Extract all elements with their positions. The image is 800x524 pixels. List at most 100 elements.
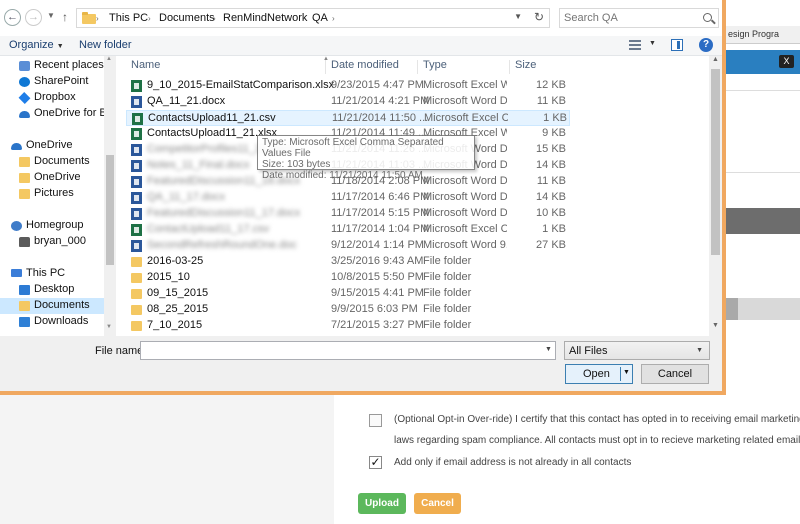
breadcrumb-qa[interactable]: QA — [312, 12, 328, 24]
file-size: 15 KB — [536, 143, 566, 155]
view-options-chevron-icon[interactable]: ▼ — [649, 40, 656, 47]
dialog-cancel-button[interactable]: Cancel — [641, 364, 709, 384]
upload-button[interactable]: Upload — [358, 493, 406, 514]
refresh-icon[interactable]: ↻ — [534, 10, 544, 24]
optin-override-checkbox[interactable] — [369, 414, 382, 427]
file-name: ContactsUpload11_21.csv — [148, 112, 276, 124]
search-input[interactable] — [560, 9, 698, 27]
column-header-type[interactable]: Type — [423, 59, 447, 75]
scroll-up-icon[interactable]: ▲ — [106, 56, 112, 62]
file-row[interactable]: FeaturedDiscussion11_17.docx 11/17/2014 5… — [126, 206, 570, 222]
new-folder-button[interactable]: New folder — [79, 39, 132, 51]
column-divider[interactable] — [417, 60, 418, 74]
column-header-size[interactable]: Size — [515, 59, 536, 75]
breadcrumb-separator[interactable]: › — [96, 12, 99, 24]
folder-icon — [131, 273, 142, 283]
nav-item-label: Downloads — [34, 315, 89, 327]
change-view-icon[interactable] — [629, 40, 641, 50]
add-only-checkbox[interactable]: ✓ — [369, 456, 382, 469]
nav-item-pictures[interactable]: Pictures — [0, 186, 104, 202]
scroll-down-icon[interactable]: ▼ — [106, 324, 112, 330]
column-header-name[interactable]: Name — [131, 59, 160, 75]
file-row[interactable]: QA_11_21.docx 11/21/2014 4:21 PM Microsoft… — [126, 94, 570, 110]
nav-item-sharepoint[interactable]: SharePoint — [0, 74, 104, 90]
file-row[interactable]: 2016-03-25 3/25/2016 9:43 AM File folder — [126, 254, 570, 270]
nav-item-label: Pictures — [34, 187, 74, 199]
file-name: FeaturedDiscussion11_17.docx — [147, 207, 301, 219]
address-row: ← → ▼ ↑ › This PC › Documents › RenMindN… — [0, 0, 722, 36]
help-icon[interactable]: ? — [699, 38, 713, 52]
forward-button[interactable]: → — [25, 9, 42, 26]
file-name-input[interactable] — [140, 341, 556, 360]
nav-item-this-pc[interactable]: This PC — [0, 266, 104, 282]
file-scroll-thumb[interactable] — [711, 69, 720, 255]
nav-scrollbar[interactable]: ▲ ▼ — [104, 56, 116, 336]
nav-item-onedrive-business[interactable]: OneDrive for Bus — [0, 106, 116, 122]
column-divider[interactable] — [325, 60, 326, 74]
scroll-up-icon[interactable]: ▲ — [712, 56, 719, 63]
nav-item-recent-places[interactable]: Recent places — [0, 58, 104, 74]
file-row[interactable]: ContactsUpload11_21.csv 11/21/2014 11:50 … — [126, 110, 570, 126]
column-header-date[interactable]: Date modified — [331, 59, 399, 75]
file-type: Microsoft Word D... — [423, 95, 507, 107]
organize-menu[interactable]: Organize ▼ — [9, 39, 64, 51]
folder-icon — [131, 305, 142, 315]
search-icon[interactable] — [703, 13, 712, 22]
file-name-dropdown-icon[interactable]: ▼ — [545, 346, 552, 353]
file-name: QA_11_17.docx — [147, 191, 226, 203]
file-type: Microsoft Word 9... — [423, 239, 507, 251]
file-row[interactable]: 2015_10 10/8/2015 5:50 PM File folder — [126, 270, 570, 286]
file-date: 9/15/2015 4:41 PM — [331, 287, 424, 299]
file-row[interactable]: 7_10_2015 7/21/2015 3:27 PM File folder — [126, 318, 570, 334]
excel-file-icon — [132, 113, 143, 125]
file-type: File folder — [423, 319, 472, 331]
nav-item-homegroup[interactable]: Homegroup — [0, 218, 104, 234]
breadcrumb-separator[interactable]: › — [213, 12, 216, 24]
up-folder-icon[interactable]: ↑ — [62, 10, 68, 24]
file-type: File folder — [423, 271, 472, 283]
nav-item-onedrive[interactable]: OneDrive — [0, 138, 104, 154]
file-type-filter[interactable]: All Files ▼ — [564, 341, 710, 360]
folder-icon — [131, 257, 142, 267]
nav-item-onedrive-folder[interactable]: OneDrive — [0, 170, 104, 186]
nav-scroll-thumb[interactable] — [106, 155, 114, 265]
preview-pane-icon[interactable] — [671, 39, 683, 51]
file-row[interactable]: QA_11_17.docx 11/17/2014 6:46 PM Microsoft… — [126, 190, 570, 206]
page-close-button[interactable]: X — [779, 55, 794, 68]
nav-item-onedrive-documents[interactable]: Documents — [0, 154, 104, 170]
nav-item-downloads[interactable]: Downloads — [0, 314, 104, 330]
file-info-tooltip: Type: Microsoft Excel Comma Separated Va… — [257, 135, 475, 181]
page-tab[interactable]: esign Progra — [726, 26, 800, 44]
file-row[interactable]: 08_25_2015 9/9/2015 6:03 PM File folder — [126, 302, 570, 318]
column-divider[interactable] — [509, 60, 510, 74]
file-date: 9/9/2015 6:03 PM — [331, 303, 418, 315]
address-bar[interactable]: › This PC › Documents › RenMindNetwork ›… — [76, 8, 550, 28]
nav-item-documents[interactable]: Documents — [0, 298, 104, 314]
search-box — [559, 8, 719, 28]
file-row[interactable]: SecondRefreshRoundOne.doc 9/12/2014 1:14 … — [126, 238, 570, 254]
breadcrumb-separator[interactable]: › — [148, 12, 151, 24]
address-dropdown-icon[interactable]: ▼ — [514, 12, 522, 21]
breadcrumb-renmindnetwork[interactable]: RenMindNetwork — [223, 12, 307, 24]
file-row[interactable]: ContactUpload11_17.csv 11/17/2014 1:04 PM… — [126, 222, 570, 238]
recent-locations-icon[interactable]: ▼ — [47, 11, 55, 20]
file-name: 08_25_2015 — [147, 303, 209, 315]
file-date: 3/25/2016 9:43 AM — [331, 255, 424, 267]
breadcrumb-separator[interactable]: › — [332, 12, 335, 24]
file-size: 27 KB — [536, 239, 566, 251]
open-button[interactable]: Open ▼ — [565, 364, 633, 384]
nav-item-user[interactable]: bryan_000 — [0, 234, 104, 250]
breadcrumb-this-pc[interactable]: This PC — [109, 12, 148, 24]
breadcrumb-documents[interactable]: Documents — [159, 12, 215, 24]
back-button[interactable]: ← — [4, 9, 21, 26]
page-cancel-button[interactable]: Cancel — [414, 493, 461, 514]
sharepoint-icon — [19, 77, 30, 87]
file-list-scrollbar[interactable]: ▲ ▼ — [709, 56, 722, 336]
scroll-down-icon[interactable]: ▼ — [712, 322, 719, 329]
nav-item-desktop[interactable]: Desktop — [0, 282, 104, 298]
nav-item-dropbox[interactable]: Dropbox — [0, 90, 104, 106]
file-row[interactable]: 09_15_2015 9/15/2015 4:41 PM File folder — [126, 286, 570, 302]
open-options-chevron-icon[interactable]: ▼ — [623, 369, 630, 376]
breadcrumb-separator[interactable]: › — [302, 12, 305, 24]
file-row[interactable]: 9_10_2015-EmailStatComparison.xlsx 9/23/2… — [126, 78, 570, 94]
